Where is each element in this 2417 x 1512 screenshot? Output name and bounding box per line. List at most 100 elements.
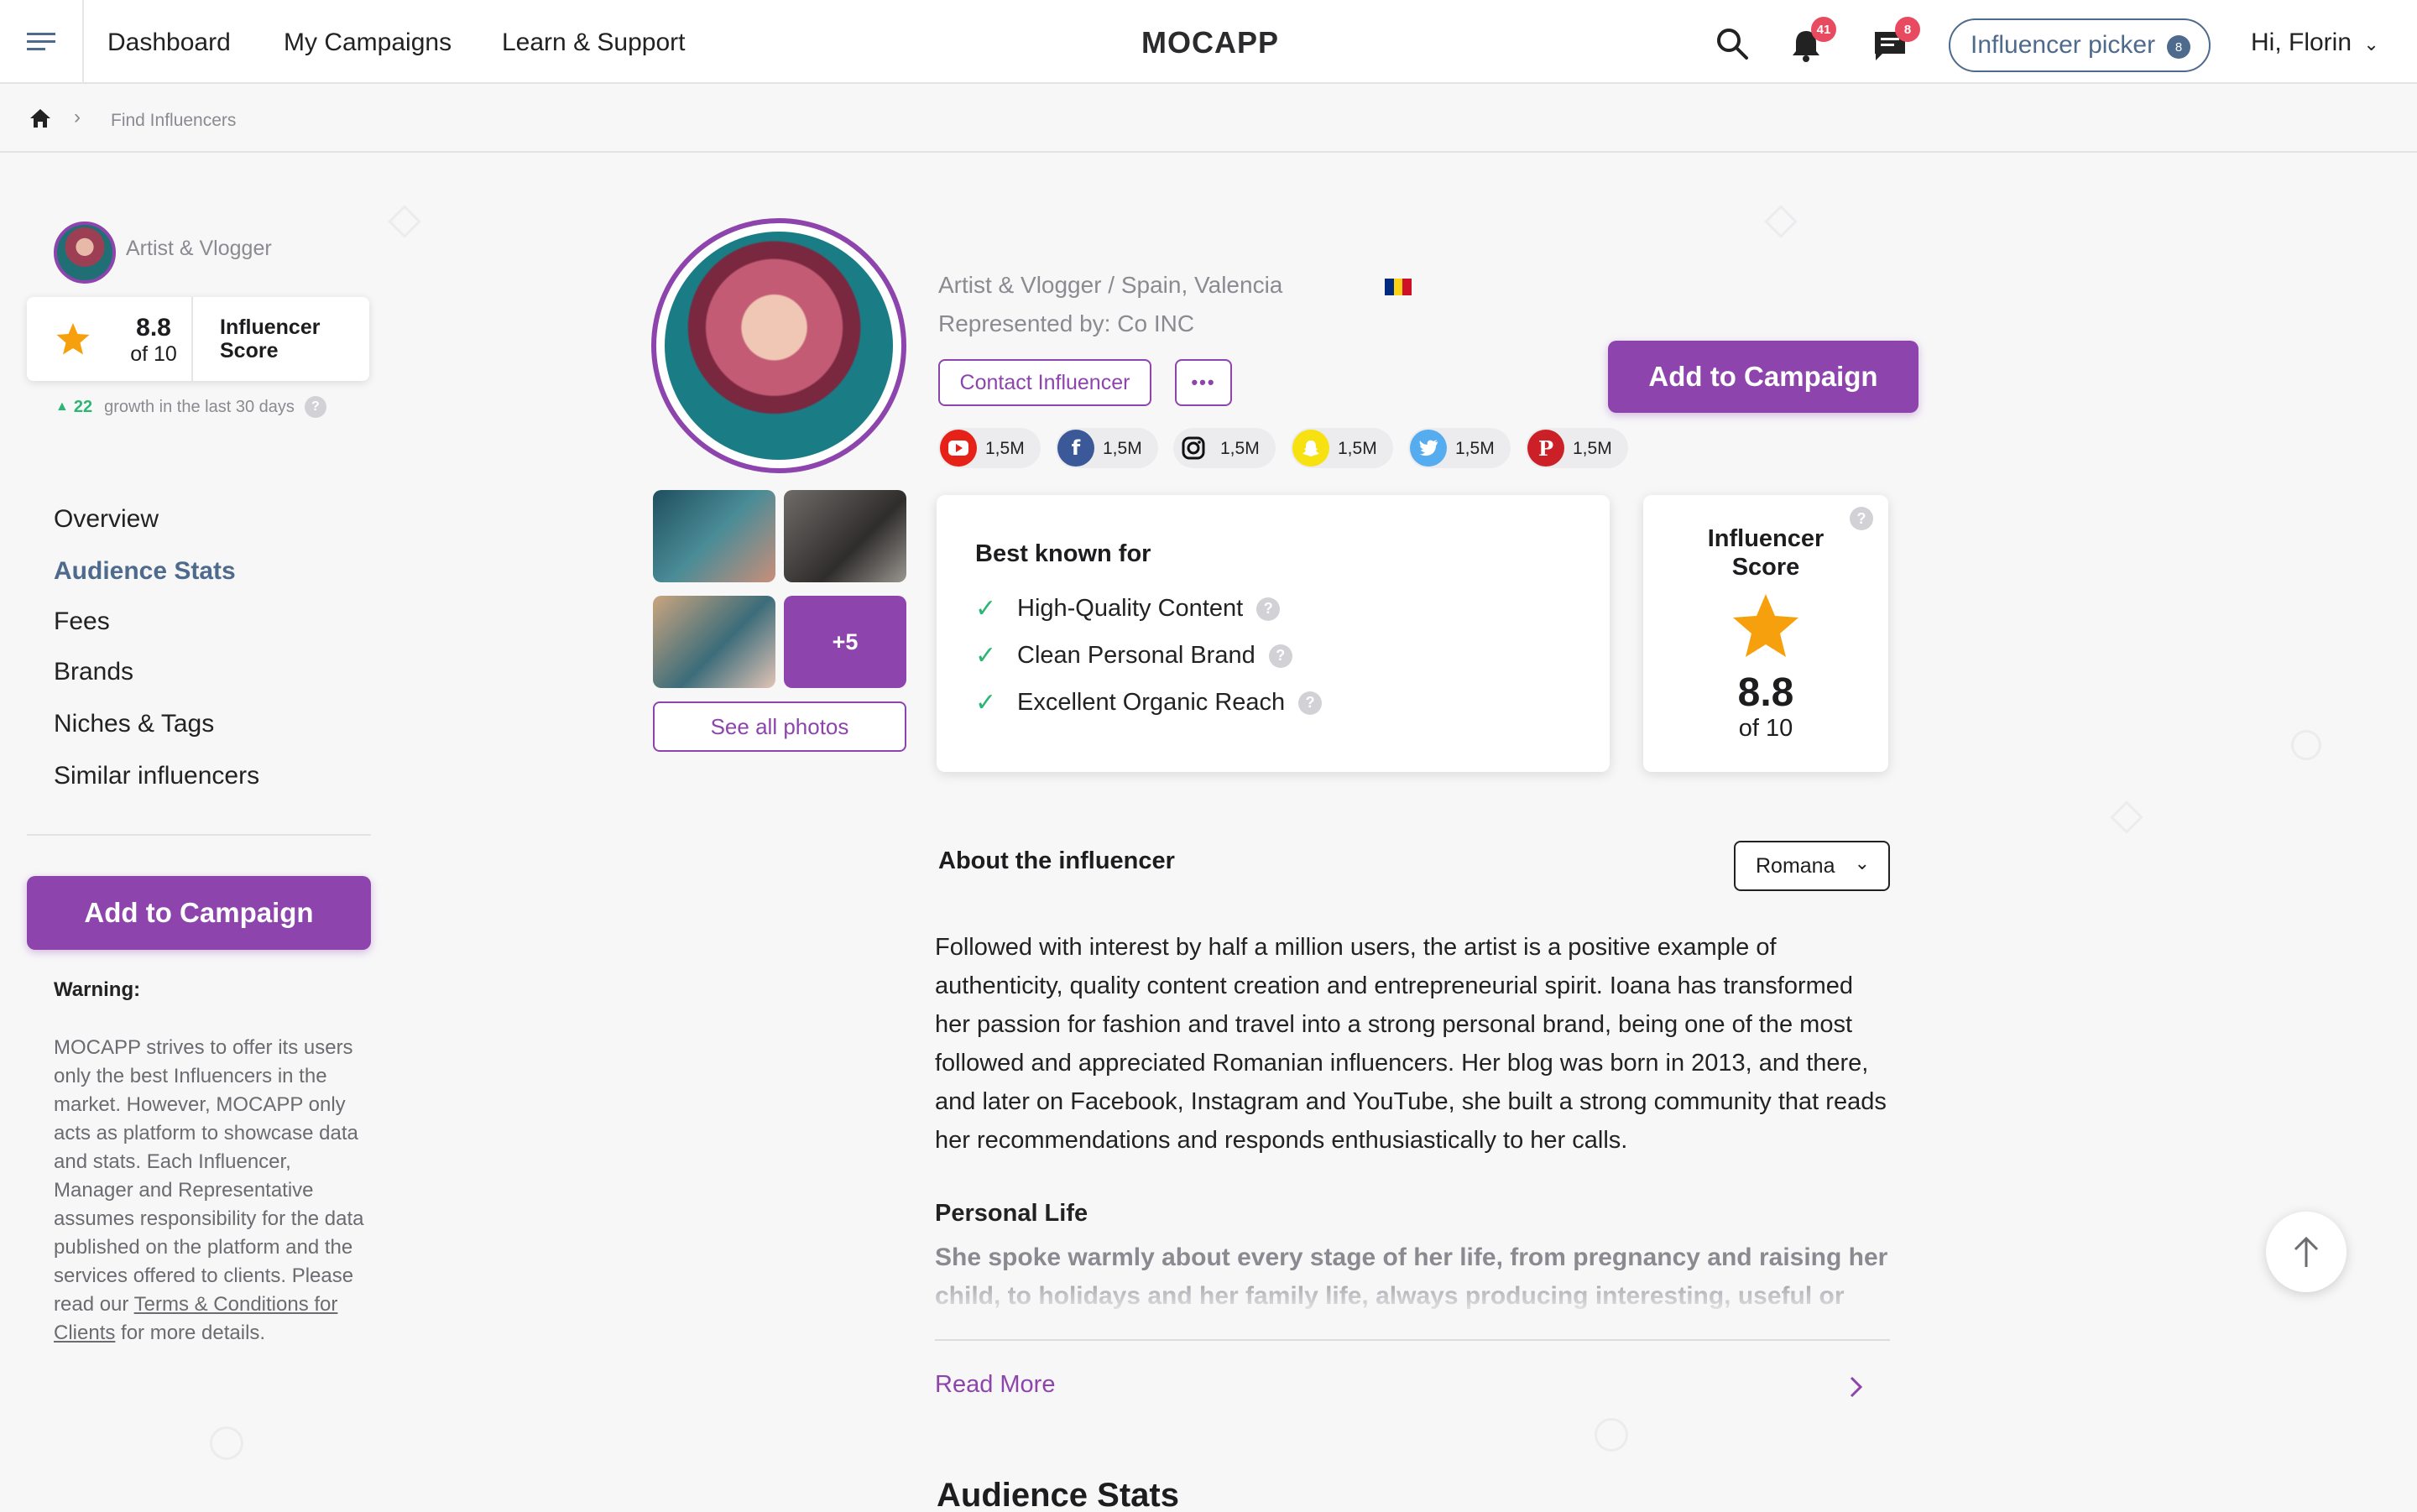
sidebar-score-label: Influencer [220, 315, 321, 339]
youtube-icon [940, 430, 977, 467]
score-card-value: 8.8 [1737, 670, 1794, 715]
best-known-label: High-Quality Content [1017, 595, 1244, 622]
best-known-item: ✓ High-Quality Content ? [975, 594, 1281, 623]
bg-shape [1764, 205, 1798, 238]
snapchat-icon [1292, 430, 1329, 467]
influencer-score-card: ? Influencer Score 8.8 of 10 [1643, 495, 1888, 772]
growth-value: 22 [73, 397, 93, 416]
about-title: About the influencer [938, 847, 1175, 874]
warning-title: Warning: [54, 978, 141, 1001]
star-icon [1733, 594, 1798, 657]
photo-thumbnail[interactable] [653, 490, 775, 582]
search-button[interactable] [1707, 18, 1757, 69]
chevron-down-icon: ⌄ [2363, 34, 2379, 55]
social-chip-facebook[interactable]: f 1,5M [1056, 428, 1158, 468]
nav-dashboard[interactable]: Dashboard [107, 29, 231, 57]
notifications-badge: 41 [1811, 17, 1836, 42]
more-photos-tile[interactable]: +5 [784, 596, 906, 688]
score-card-title-2: Score [1731, 554, 1800, 581]
bg-shape [2291, 730, 2321, 760]
photo-thumbnail[interactable] [653, 596, 775, 688]
help-icon[interactable]: ? [1298, 691, 1323, 715]
bg-shape [1595, 1418, 1628, 1452]
sidebar-item-similar[interactable]: Similar influencers [54, 762, 259, 790]
breadcrumb: › Find Influencers [0, 86, 2417, 153]
influencer-picker-count: 8 [2167, 35, 2190, 59]
social-value: 1,5M [985, 439, 1025, 458]
twitter-icon [1410, 430, 1447, 467]
sidebar-item-fees[interactable]: Fees [54, 607, 110, 636]
language-value: Romana [1756, 853, 1835, 878]
best-known-item: ✓ Clean Personal Brand ? [975, 641, 1292, 670]
more-options-button[interactable]: ••• [1175, 359, 1232, 406]
personal-life-body: She spoke warmly about every stage of he… [935, 1243, 1888, 1310]
chevron-right-icon[interactable] [1848, 1374, 1865, 1400]
best-known-title: Best known for [975, 540, 1151, 567]
divider [27, 834, 371, 836]
check-icon: ✓ [975, 689, 997, 717]
social-value: 1,5M [1455, 439, 1495, 458]
instagram-icon [1175, 430, 1212, 467]
avatar [54, 222, 116, 284]
social-chip-snapchat[interactable]: 1,5M [1291, 428, 1393, 468]
contact-influencer-button[interactable]: Contact Influencer [938, 359, 1151, 406]
add-to-campaign-button[interactable]: Add to Campaign [1608, 341, 1918, 413]
divider [191, 297, 193, 381]
user-menu[interactable]: Hi, Florin ⌄ [2251, 29, 2379, 57]
help-icon[interactable]: ? [304, 396, 326, 418]
help-icon[interactable]: ? [1268, 644, 1292, 668]
chevron-right-icon: › [74, 106, 81, 128]
profile-subtitle: Artist & Vlogger / Spain, Valencia [938, 272, 1283, 298]
bg-shape [388, 205, 421, 238]
best-known-item: ✓ Excellent Organic Reach ? [975, 688, 1323, 717]
messages-button[interactable]: 8 [1865, 17, 1920, 70]
breadcrumb-current[interactable]: Find Influencers [111, 111, 236, 131]
language-select[interactable]: Romana ⌄ [1734, 841, 1890, 891]
social-chip-instagram[interactable]: 1,5M [1173, 428, 1276, 468]
best-known-label: Excellent Organic Reach [1017, 689, 1286, 716]
growth-indicator: ▲ 22 growth in the last 30 days ? [55, 396, 326, 418]
home-icon[interactable] [29, 107, 52, 129]
influencer-picker-label: Influencer picker [1971, 31, 2156, 59]
read-more-link[interactable]: Read More [935, 1371, 1055, 1399]
check-icon: ✓ [975, 595, 997, 623]
see-all-photos-button[interactable]: See all photos [653, 701, 906, 752]
facebook-icon: f [1057, 430, 1094, 467]
sidebar-item-niches-tags[interactable]: Niches & Tags [54, 710, 214, 738]
sidebar-score-card: 8.8 of 10 Influencer Score [27, 297, 369, 381]
sidebar-item-brands[interactable]: Brands [54, 658, 133, 686]
app-logo[interactable]: MOCAPP [1141, 25, 1279, 60]
score-card-title: Influencer [1707, 525, 1824, 552]
about-body: Followed with interest by half a million… [935, 934, 1887, 1154]
growth-text: growth in the last 30 days [104, 397, 295, 416]
nav-learn-support[interactable]: Learn & Support [502, 29, 685, 57]
search-icon [1717, 29, 1748, 60]
photo-thumbnail[interactable] [784, 490, 906, 582]
social-chip-twitter[interactable]: 1,5M [1408, 428, 1511, 468]
represented-by: Represented by: Co INC [938, 310, 1195, 336]
user-greeting: Hi, Florin [2251, 29, 2352, 56]
warning-body: MOCAPP strives to offer its users only t… [54, 1036, 364, 1316]
arrow-up-icon [2294, 1236, 2319, 1267]
bg-shape [2110, 800, 2143, 834]
sidebar-item-overview[interactable]: Overview [54, 505, 159, 534]
sidebar-score-label-2: Score [220, 339, 279, 362]
sidebar-item-audience-stats[interactable]: Audience Stats [54, 557, 236, 586]
profile-avatar [651, 218, 906, 473]
social-chip-pinterest[interactable]: P 1,5M [1526, 428, 1628, 468]
audience-stats-title: Audience Stats [937, 1477, 1179, 1512]
social-chip-youtube[interactable]: 1,5M [938, 428, 1041, 468]
influencer-picker-button[interactable]: Influencer picker 8 [1949, 18, 2211, 72]
warning-text: MOCAPP strives to offer its users only t… [54, 1034, 364, 1348]
sidebar-add-to-campaign-button[interactable]: Add to Campaign [27, 876, 371, 950]
best-known-label: Clean Personal Brand [1017, 642, 1255, 669]
star-icon [56, 323, 90, 355]
sidebar-score-value: 8.8 [136, 314, 171, 342]
help-icon[interactable]: ? [1256, 597, 1281, 621]
hamburger-menu-button[interactable] [0, 0, 84, 84]
scroll-to-top-button[interactable] [2266, 1212, 2347, 1292]
notifications-button[interactable]: 41 [1781, 17, 1836, 70]
sidebar-title: Artist & Vlogger [126, 237, 272, 260]
score-card-of: of 10 [1738, 715, 1793, 742]
nav-my-campaigns[interactable]: My Campaigns [284, 29, 452, 57]
